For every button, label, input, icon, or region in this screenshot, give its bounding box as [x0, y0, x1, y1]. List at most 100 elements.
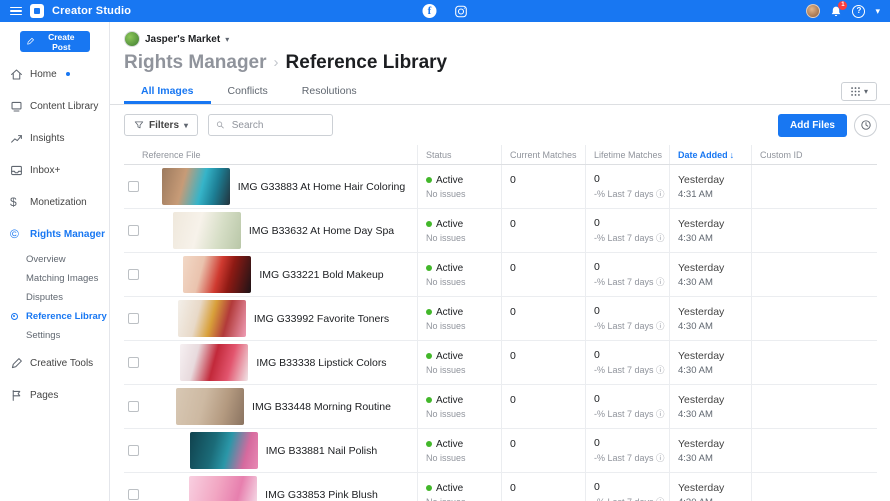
search-input[interactable]: [230, 119, 325, 132]
reference-image-thumbnail[interactable]: [189, 476, 257, 501]
lifetime-matches-value: 0: [594, 437, 669, 449]
user-avatar[interactable]: [806, 4, 820, 18]
table-header: Reference File Status Current Matches Li…: [124, 145, 877, 165]
info-icon[interactable]: ⓘ: [656, 277, 665, 287]
info-icon[interactable]: ⓘ: [656, 233, 665, 243]
column-header-reference-file[interactable]: Reference File: [142, 145, 417, 164]
sidebar-item-pages[interactable]: Pages: [0, 379, 109, 411]
row-checkbox[interactable]: [128, 489, 139, 500]
subitem-reference-library[interactable]: Reference Library: [26, 307, 109, 326]
breadcrumb-parent[interactable]: Rights Manager: [124, 51, 267, 75]
page-avatar: [124, 31, 140, 47]
topbar-right: 1 ? ▾: [806, 4, 880, 18]
info-icon[interactable]: ⓘ: [656, 321, 665, 331]
info-icon[interactable]: ⓘ: [656, 365, 665, 375]
row-checkbox[interactable]: [128, 313, 139, 324]
account-menu-chevron-icon[interactable]: ▾: [875, 6, 880, 17]
row-checkbox[interactable]: [128, 401, 139, 412]
subitem-matching-images[interactable]: Matching Images: [26, 269, 109, 288]
menu-icon[interactable]: [10, 7, 22, 16]
info-icon[interactable]: ⓘ: [656, 453, 665, 463]
notifications-button[interactable]: 1: [830, 5, 842, 18]
column-header-status[interactable]: Status: [417, 145, 501, 164]
sidebar-item-rights-manager[interactable]: © Rights Manager: [0, 218, 109, 250]
info-icon[interactable]: ⓘ: [656, 189, 665, 199]
reference-image-thumbnail[interactable]: [178, 300, 246, 337]
filters-button[interactable]: Filters ▾: [124, 114, 198, 136]
reference-file-name[interactable]: IMG B33338 Lipstick Colors: [256, 357, 386, 369]
sidebar-item-home[interactable]: Home: [0, 58, 109, 90]
table-row: IMG B33881 Nail Polish Active No issues …: [124, 429, 877, 473]
rights-manager-submenu: Overview Matching Images Disputes Refere…: [0, 250, 109, 347]
reference-files-table: Reference File Status Current Matches Li…: [124, 145, 877, 501]
facebook-icon[interactable]: f: [423, 4, 437, 18]
upload-history-button[interactable]: [854, 114, 877, 137]
custom-id-cell: [751, 429, 877, 472]
reference-file-name[interactable]: IMG B33632 At Home Day Spa: [249, 225, 394, 237]
row-checkbox[interactable]: [128, 225, 139, 236]
row-checkbox[interactable]: [128, 181, 139, 192]
date-added: Yesterday: [678, 306, 751, 318]
lifetime-trend: -% Last 7 days: [594, 409, 654, 419]
status-dot: [426, 441, 432, 447]
reference-image-thumbnail[interactable]: [183, 256, 251, 293]
tab-resolutions[interactable]: Resolutions: [285, 80, 374, 104]
sidebar-item-creative-tools[interactable]: Creative Tools: [0, 347, 109, 379]
add-files-button[interactable]: Add Files: [778, 114, 847, 137]
sidebar-item-label: Pages: [30, 390, 58, 401]
column-header-date-added[interactable]: Date Added ↓: [669, 145, 751, 164]
subitem-overview[interactable]: Overview: [26, 250, 109, 269]
reference-image-thumbnail[interactable]: [176, 388, 244, 425]
reference-image-thumbnail[interactable]: [173, 212, 241, 249]
custom-id-cell: [751, 297, 877, 340]
reference-file-name[interactable]: IMG B33881 Nail Polish: [266, 445, 377, 457]
column-header-lifetime-matches[interactable]: Lifetime Matches: [585, 145, 669, 164]
subitem-label: Reference Library: [26, 311, 107, 322]
tab-all-images[interactable]: All Images: [124, 80, 211, 104]
info-icon[interactable]: ⓘ: [656, 409, 665, 419]
info-icon[interactable]: ⓘ: [656, 497, 665, 501]
sidebar-item-content-library[interactable]: Content Library: [0, 90, 109, 122]
page-selector[interactable]: Jasper's Market ▾: [124, 31, 890, 47]
status-text: Active: [436, 439, 463, 450]
create-post-button[interactable]: Create Post: [20, 31, 90, 52]
breadcrumb-separator-icon: ›: [274, 51, 279, 75]
subitem-label: Disputes: [26, 292, 63, 303]
sidebar-item-insights[interactable]: Insights: [0, 122, 109, 154]
status-dot: [426, 221, 432, 227]
apps-grid-button[interactable]: ▾: [841, 82, 877, 101]
row-checkbox[interactable]: [128, 357, 139, 368]
reference-file-name[interactable]: IMG G33221 Bold Makeup: [259, 269, 383, 281]
sidebar-item-inbox[interactable]: Inbox+: [0, 154, 109, 186]
column-header-current-matches[interactable]: Current Matches: [501, 145, 585, 164]
reference-image-thumbnail[interactable]: [180, 344, 248, 381]
reference-file-name[interactable]: IMG B33448 Morning Routine: [252, 401, 391, 413]
table-row: IMG B33632 At Home Day Spa Active No iss…: [124, 209, 877, 253]
reference-file-name[interactable]: IMG G33992 Favorite Toners: [254, 313, 389, 325]
reference-image-thumbnail[interactable]: [190, 432, 258, 469]
rights-manager-icon: ©: [10, 228, 23, 241]
tab-conflicts[interactable]: Conflicts: [211, 80, 285, 104]
subitem-settings[interactable]: Settings: [26, 326, 109, 345]
reference-image-thumbnail[interactable]: [162, 168, 230, 205]
status-subtext: No issues: [426, 189, 501, 199]
column-header-custom-id[interactable]: Custom ID: [751, 145, 877, 164]
date-added: Yesterday: [678, 482, 751, 494]
sidebar-item-monetization[interactable]: $ Monetization: [0, 186, 109, 218]
breadcrumb: Rights Manager › Reference Library: [124, 51, 890, 75]
creative-tools-icon: [10, 357, 23, 370]
instagram-icon[interactable]: [455, 5, 468, 18]
creator-studio-logo-icon[interactable]: [30, 4, 44, 18]
reference-file-name[interactable]: IMG G33853 Pink Blush: [265, 489, 378, 501]
filters-label: Filters: [149, 120, 179, 131]
current-matches-value: 0: [510, 482, 585, 494]
row-checkbox[interactable]: [128, 445, 139, 456]
reference-file-name[interactable]: IMG G33883 At Home Hair Coloring: [238, 181, 406, 193]
help-icon[interactable]: ?: [852, 5, 865, 18]
row-checkbox[interactable]: [128, 269, 139, 280]
lifetime-matches-value: 0: [594, 305, 669, 317]
time-added: 4:30 AM: [678, 365, 751, 376]
time-added: 4:30 AM: [678, 321, 751, 332]
topbar-left: Creator Studio: [10, 4, 131, 18]
subitem-disputes[interactable]: Disputes: [26, 288, 109, 307]
